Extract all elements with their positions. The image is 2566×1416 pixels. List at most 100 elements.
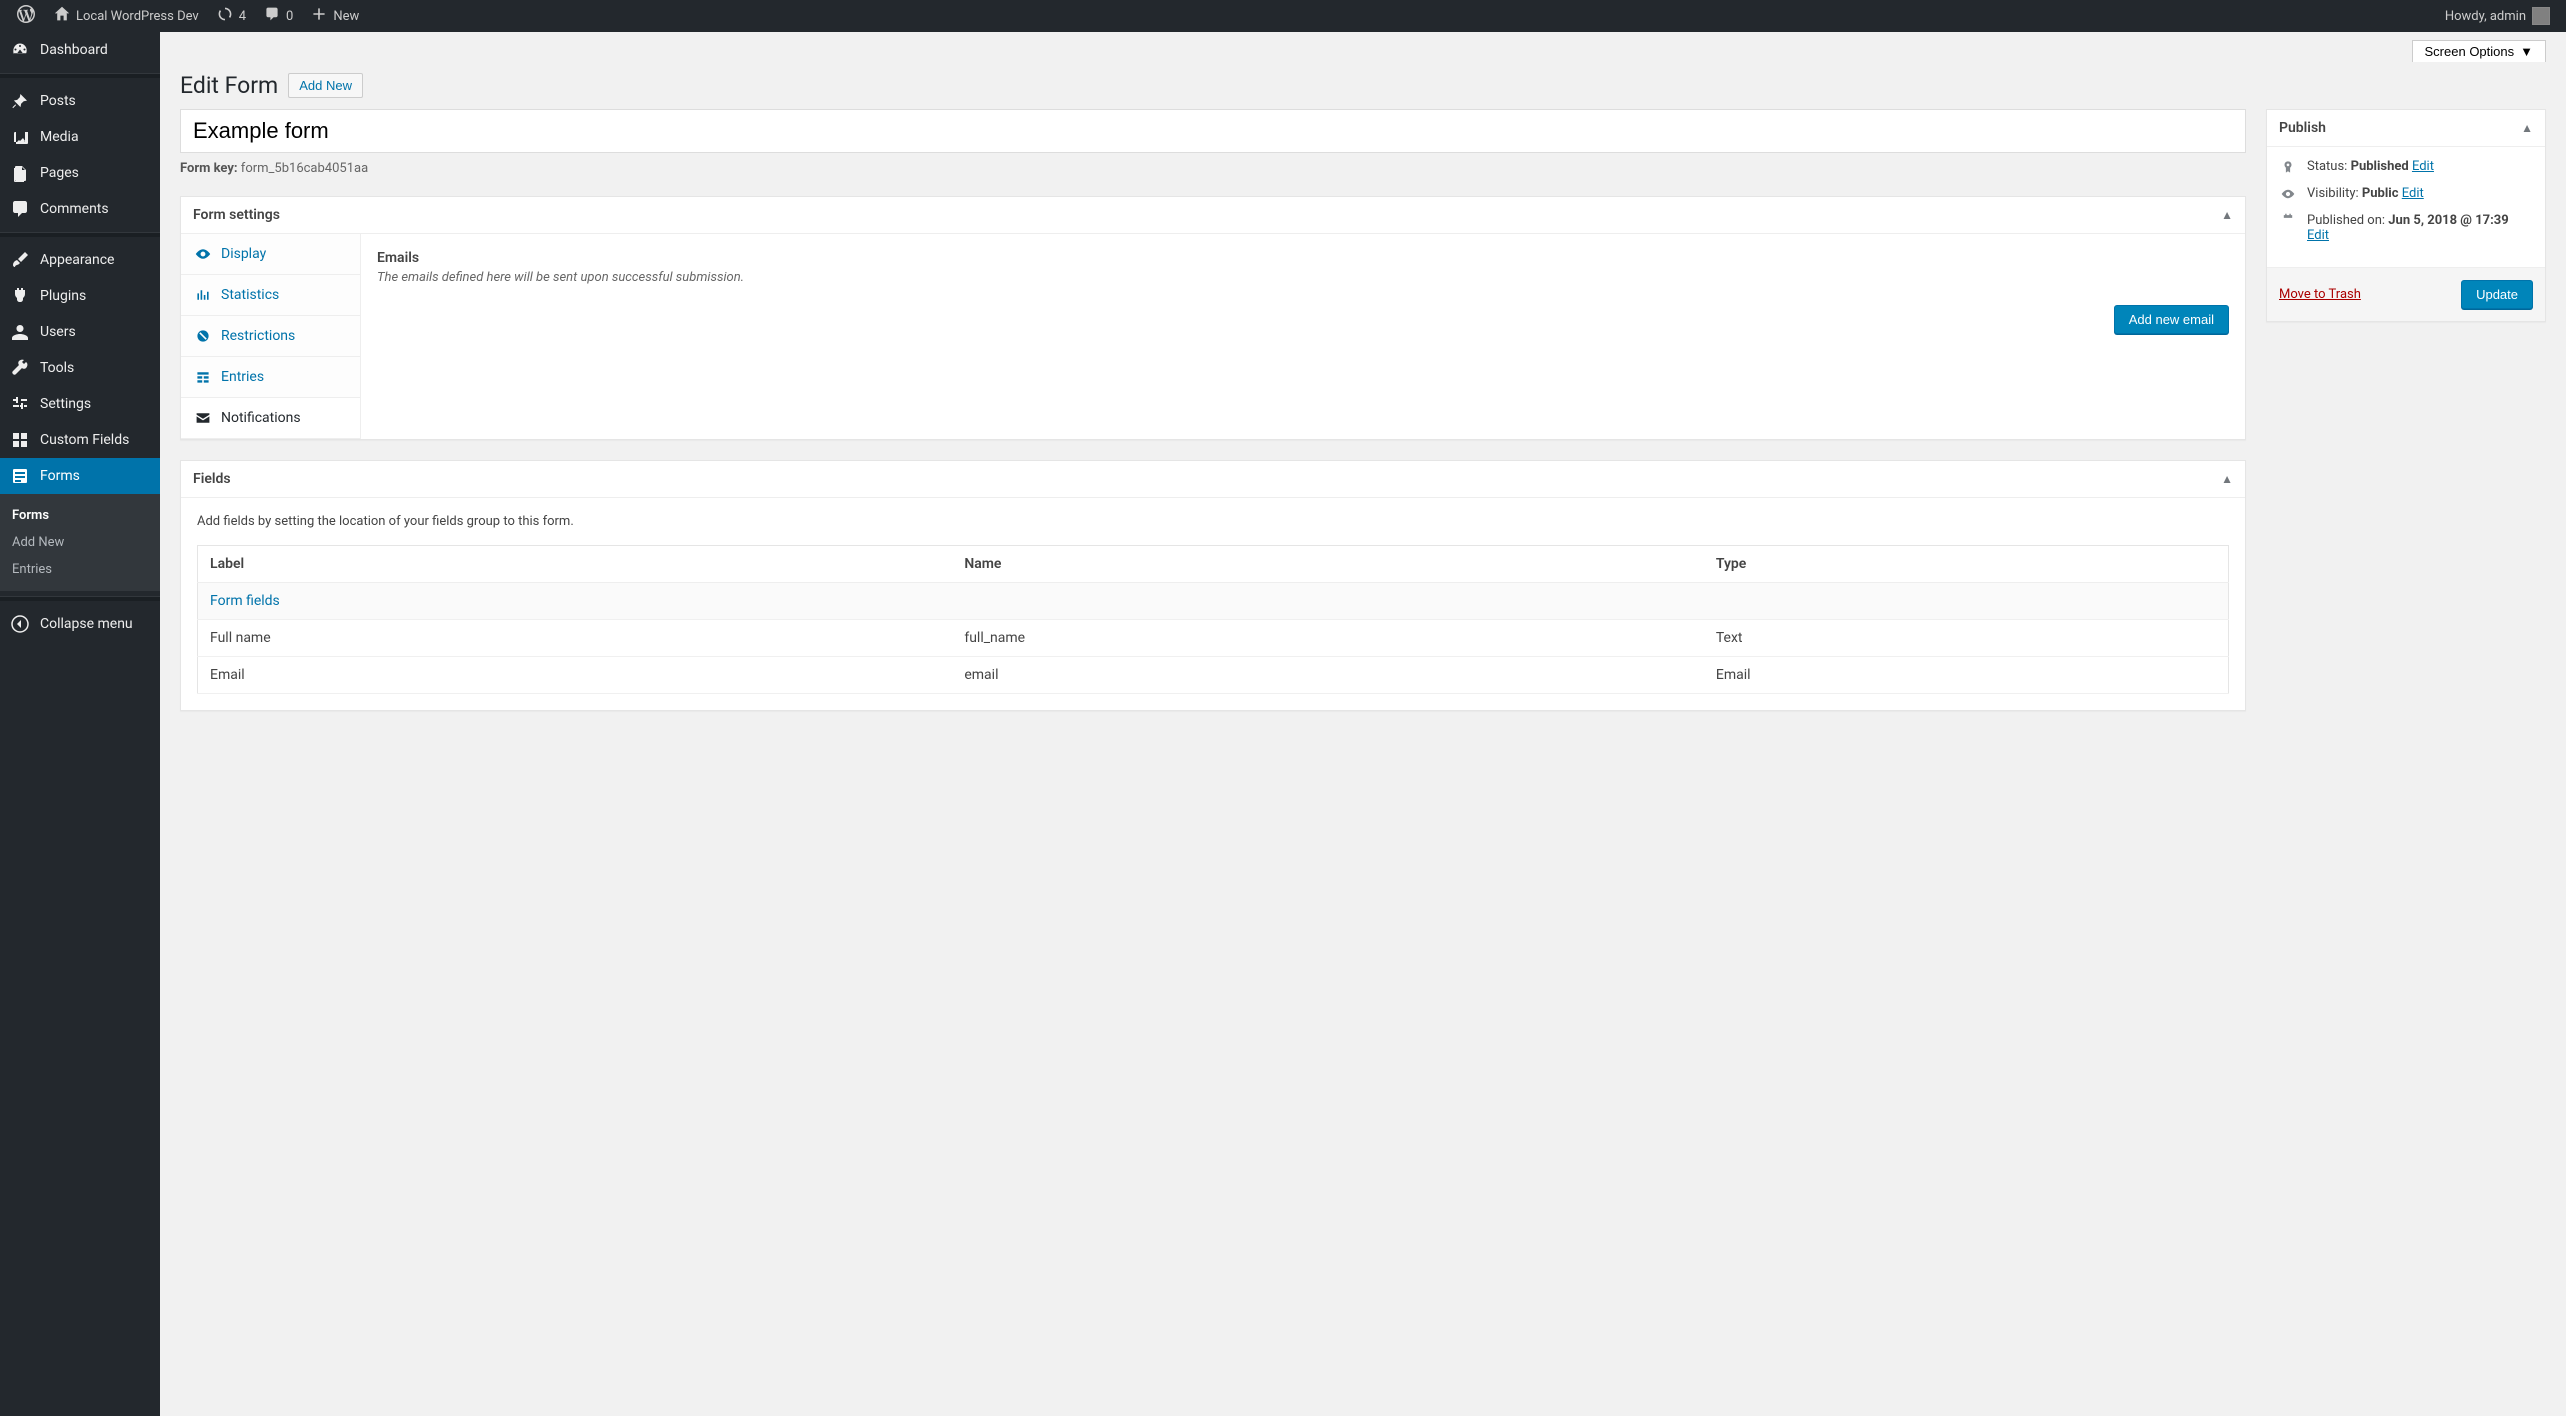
avatar xyxy=(2532,7,2550,25)
user-icon xyxy=(10,322,30,342)
sidebar-collapse[interactable]: Collapse menu xyxy=(0,606,160,642)
admin-sidebar: Dashboard Posts Media Pages Comments App… xyxy=(0,32,160,1416)
field-type: Email xyxy=(1704,657,2229,694)
tab-statistics[interactable]: Statistics xyxy=(181,275,360,316)
page-title: Edit Form xyxy=(180,72,278,99)
grid-icon xyxy=(10,430,30,450)
status-label: Status: xyxy=(2307,159,2347,174)
sidebar-item-appearance[interactable]: Appearance xyxy=(0,242,160,278)
tab-notifications[interactable]: Notifications xyxy=(181,398,360,439)
fields-table: Label Name Type Form fields Full name xyxy=(197,545,2229,694)
publish-box: Publish ▲ Status: Published Edit xyxy=(2266,109,2546,322)
site-link[interactable]: Local WordPress Dev xyxy=(46,0,207,32)
comments-count: 0 xyxy=(286,9,293,24)
form-icon xyxy=(10,466,30,486)
form-key-value: form_5b16cab4051aa xyxy=(241,161,368,176)
sidebar-label: Forms xyxy=(40,468,80,484)
sidebar-item-forms[interactable]: Forms xyxy=(0,458,160,494)
field-name: email xyxy=(952,657,1704,694)
col-name: Name xyxy=(952,546,1704,583)
refresh-icon xyxy=(217,6,233,26)
table-row[interactable]: Email email Email xyxy=(198,657,2229,694)
form-settings-header[interactable]: Form settings ▲ xyxy=(181,197,2245,234)
add-email-button[interactable]: Add new email xyxy=(2114,305,2229,334)
visibility-label: Visibility: xyxy=(2307,186,2359,201)
form-title-input[interactable] xyxy=(180,109,2246,153)
tab-restrictions[interactable]: Restrictions xyxy=(181,316,360,357)
comment-icon xyxy=(264,6,280,26)
sidebar-item-settings[interactable]: Settings xyxy=(0,386,160,422)
calendar-icon xyxy=(2279,213,2297,227)
submenu-add-new[interactable]: Add New xyxy=(0,529,160,556)
sidebar-item-tools[interactable]: Tools xyxy=(0,350,160,386)
site-name: Local WordPress Dev xyxy=(76,9,199,24)
tab-label: Entries xyxy=(221,369,264,385)
comment-icon xyxy=(10,199,30,219)
form-key-label: Form key: xyxy=(180,161,238,176)
comments-link[interactable]: 0 xyxy=(256,0,301,32)
admin-bar: Local WordPress Dev 4 0 New Howdy, admin xyxy=(0,0,2566,32)
updates-count: 4 xyxy=(239,9,246,24)
wrench-icon xyxy=(10,358,30,378)
sidebar-item-dashboard[interactable]: Dashboard xyxy=(0,32,160,68)
field-group-row[interactable]: Form fields xyxy=(198,583,2229,620)
chart-icon xyxy=(195,287,211,303)
chevron-down-icon: ▼ xyxy=(2520,44,2533,59)
visibility-icon xyxy=(2279,187,2297,201)
add-new-button[interactable]: Add New xyxy=(288,73,363,98)
screen-options-label: Screen Options xyxy=(2425,44,2515,59)
edit-date-link[interactable]: Edit xyxy=(2307,228,2329,243)
edit-visibility-link[interactable]: Edit xyxy=(2402,186,2424,201)
sidebar-item-comments[interactable]: Comments xyxy=(0,191,160,227)
wordpress-icon xyxy=(16,4,36,28)
tab-label: Restrictions xyxy=(221,328,295,344)
collapse-icon xyxy=(10,614,30,634)
wordpress-logo[interactable] xyxy=(8,0,44,32)
screen-options-button[interactable]: Screen Options ▼ xyxy=(2412,40,2546,62)
updates-link[interactable]: 4 xyxy=(209,0,254,32)
sidebar-label: Settings xyxy=(40,396,91,412)
new-label: New xyxy=(333,9,359,24)
sidebar-label: Media xyxy=(40,129,79,145)
sidebar-separator xyxy=(0,596,160,601)
block-icon xyxy=(195,328,211,344)
sidebar-label: Custom Fields xyxy=(40,432,129,448)
sidebar-item-custom-fields[interactable]: Custom Fields xyxy=(0,422,160,458)
published-label: Published on: xyxy=(2307,213,2385,228)
home-icon xyxy=(54,6,70,26)
sidebar-item-users[interactable]: Users xyxy=(0,314,160,350)
status-value: Published xyxy=(2351,159,2409,174)
update-button[interactable]: Update xyxy=(2461,280,2533,309)
submenu-entries[interactable]: Entries xyxy=(0,556,160,583)
fields-title: Fields xyxy=(193,471,231,487)
trash-link[interactable]: Move to Trash xyxy=(2279,287,2361,302)
eye-icon xyxy=(195,246,211,262)
sidebar-separator xyxy=(0,73,160,78)
fields-header[interactable]: Fields ▲ xyxy=(181,461,2245,498)
tab-display[interactable]: Display xyxy=(181,234,360,275)
tab-entries[interactable]: Entries xyxy=(181,357,360,398)
submenu-forms[interactable]: Forms xyxy=(0,502,160,529)
sidebar-item-pages[interactable]: Pages xyxy=(0,155,160,191)
publish-visibility-row: Visibility: Public Edit xyxy=(2279,186,2533,201)
publish-status-row: Status: Published Edit xyxy=(2279,159,2533,174)
table-row[interactable]: Full name full_name Text xyxy=(198,620,2229,657)
publish-header[interactable]: Publish ▲ xyxy=(2267,110,2545,147)
pin-icon xyxy=(10,91,30,111)
account-link[interactable]: Howdy, admin xyxy=(2437,0,2558,32)
edit-status-link[interactable]: Edit xyxy=(2412,159,2434,174)
new-link[interactable]: New xyxy=(303,0,367,32)
panel-title: Emails xyxy=(377,250,2229,266)
col-label: Label xyxy=(198,546,953,583)
sidebar-label: Users xyxy=(40,324,76,340)
sidebar-separator xyxy=(0,232,160,237)
sidebar-item-plugins[interactable]: Plugins xyxy=(0,278,160,314)
key-icon xyxy=(2279,160,2297,174)
publish-date-row: Published on: Jun 5, 2018 @ 17:39 Edit xyxy=(2279,213,2533,243)
tab-label: Notifications xyxy=(221,410,301,426)
sidebar-item-posts[interactable]: Posts xyxy=(0,83,160,119)
mail-icon xyxy=(195,410,211,426)
plus-icon xyxy=(311,6,327,26)
sidebar-item-media[interactable]: Media xyxy=(0,119,160,155)
dashboard-icon xyxy=(10,40,30,60)
